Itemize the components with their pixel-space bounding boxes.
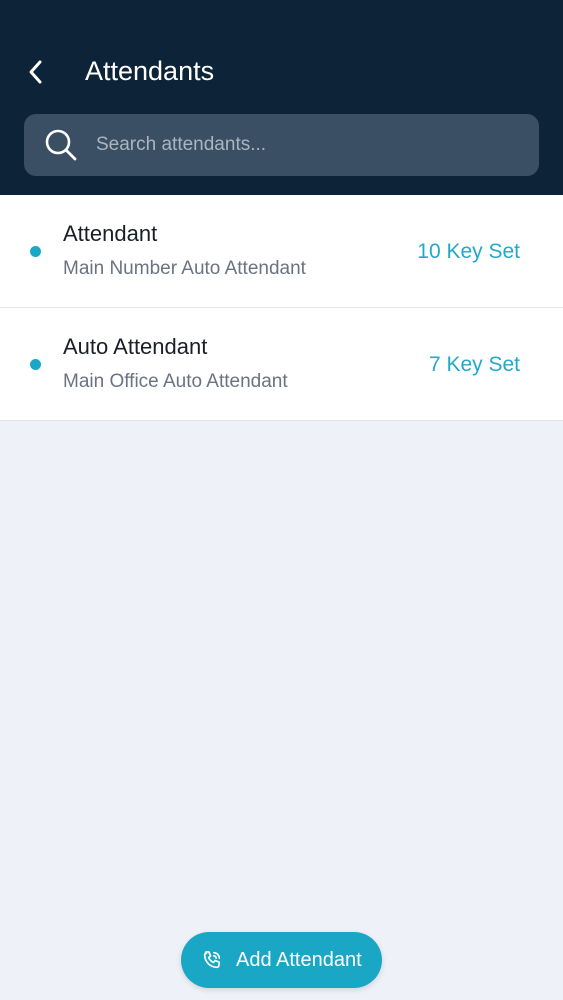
attendant-name: Attendant (63, 221, 158, 246)
search-icon (44, 128, 78, 162)
attendant-list-item[interactable]: Attendant Main Number Auto Attendant 10 … (0, 195, 563, 308)
page-title: Attendants (85, 56, 215, 86)
add-attendant-button[interactable]: Add Attendant (181, 932, 382, 988)
add-attendant-label: Add Attendant (236, 949, 362, 971)
search-bar[interactable] (24, 114, 539, 176)
status-dot (30, 359, 41, 370)
attendant-keyset: 7 Key Set (428, 353, 520, 376)
attendant-description: Main Office Auto Attendant (63, 371, 288, 392)
phone-icon (201, 949, 223, 971)
app-header: Attendants (0, 0, 563, 195)
attendant-name: Auto Attendant (63, 334, 208, 359)
attendant-list: Attendant Main Number Auto Attendant 10 … (0, 195, 563, 421)
attendant-description: Main Number Auto Attendant (63, 258, 306, 279)
search-input[interactable] (96, 125, 539, 165)
back-button[interactable] (18, 54, 54, 90)
status-dot (30, 246, 41, 257)
attendant-keyset: 10 Key Set (417, 240, 520, 263)
chevron-left-icon (29, 60, 42, 84)
attendant-list-item[interactable]: Auto Attendant Main Office Auto Attendan… (0, 308, 563, 421)
